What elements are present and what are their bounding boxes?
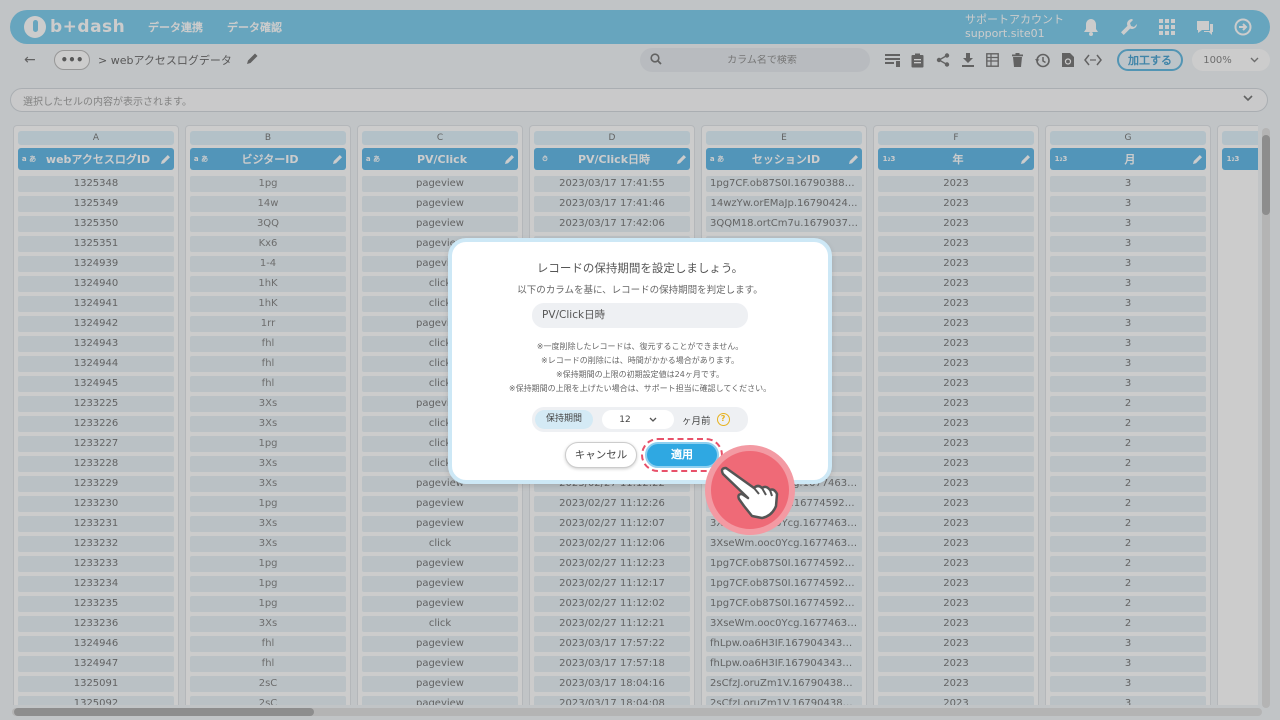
retention-period-label: 保持期間 (535, 410, 593, 429)
retention-period-row: 保持期間 12 ヶ月前 ? (532, 407, 748, 432)
retention-period-select[interactable]: 12 (602, 410, 674, 429)
help-icon[interactable]: ? (716, 413, 730, 426)
dialog-notes: ※一度削除したレコードは、復元することができません。 ※レコードの削除には、時間… (452, 340, 828, 396)
note-line: ※一度削除したレコードは、復元することができません。 (536, 342, 744, 351)
dialog-title: レコードの保持期間を設定しましょう。 (536, 261, 744, 275)
retention-period-value: 12 (619, 414, 631, 425)
retention-column-field[interactable]: PV/Click日時 (532, 303, 748, 328)
pointing-hand-icon (705, 445, 795, 535)
dialog-subtitle: 以下のカラムを基に、レコードの保持期間を判定します。 (517, 285, 763, 296)
chevron-down-icon (649, 415, 657, 425)
retention-period-unit: ヶ月前 (682, 415, 711, 427)
note-line: ※保持期間の上限を上げたい場合は、サポート担当に確認してください。 (508, 384, 772, 393)
cancel-button[interactable]: キャンセル (565, 442, 637, 468)
note-line: ※保持期間の上限の初期設定値は24ヶ月です。 (555, 370, 725, 379)
note-line: ※レコードの削除には、時間がかかる場合があります。 (541, 356, 739, 365)
